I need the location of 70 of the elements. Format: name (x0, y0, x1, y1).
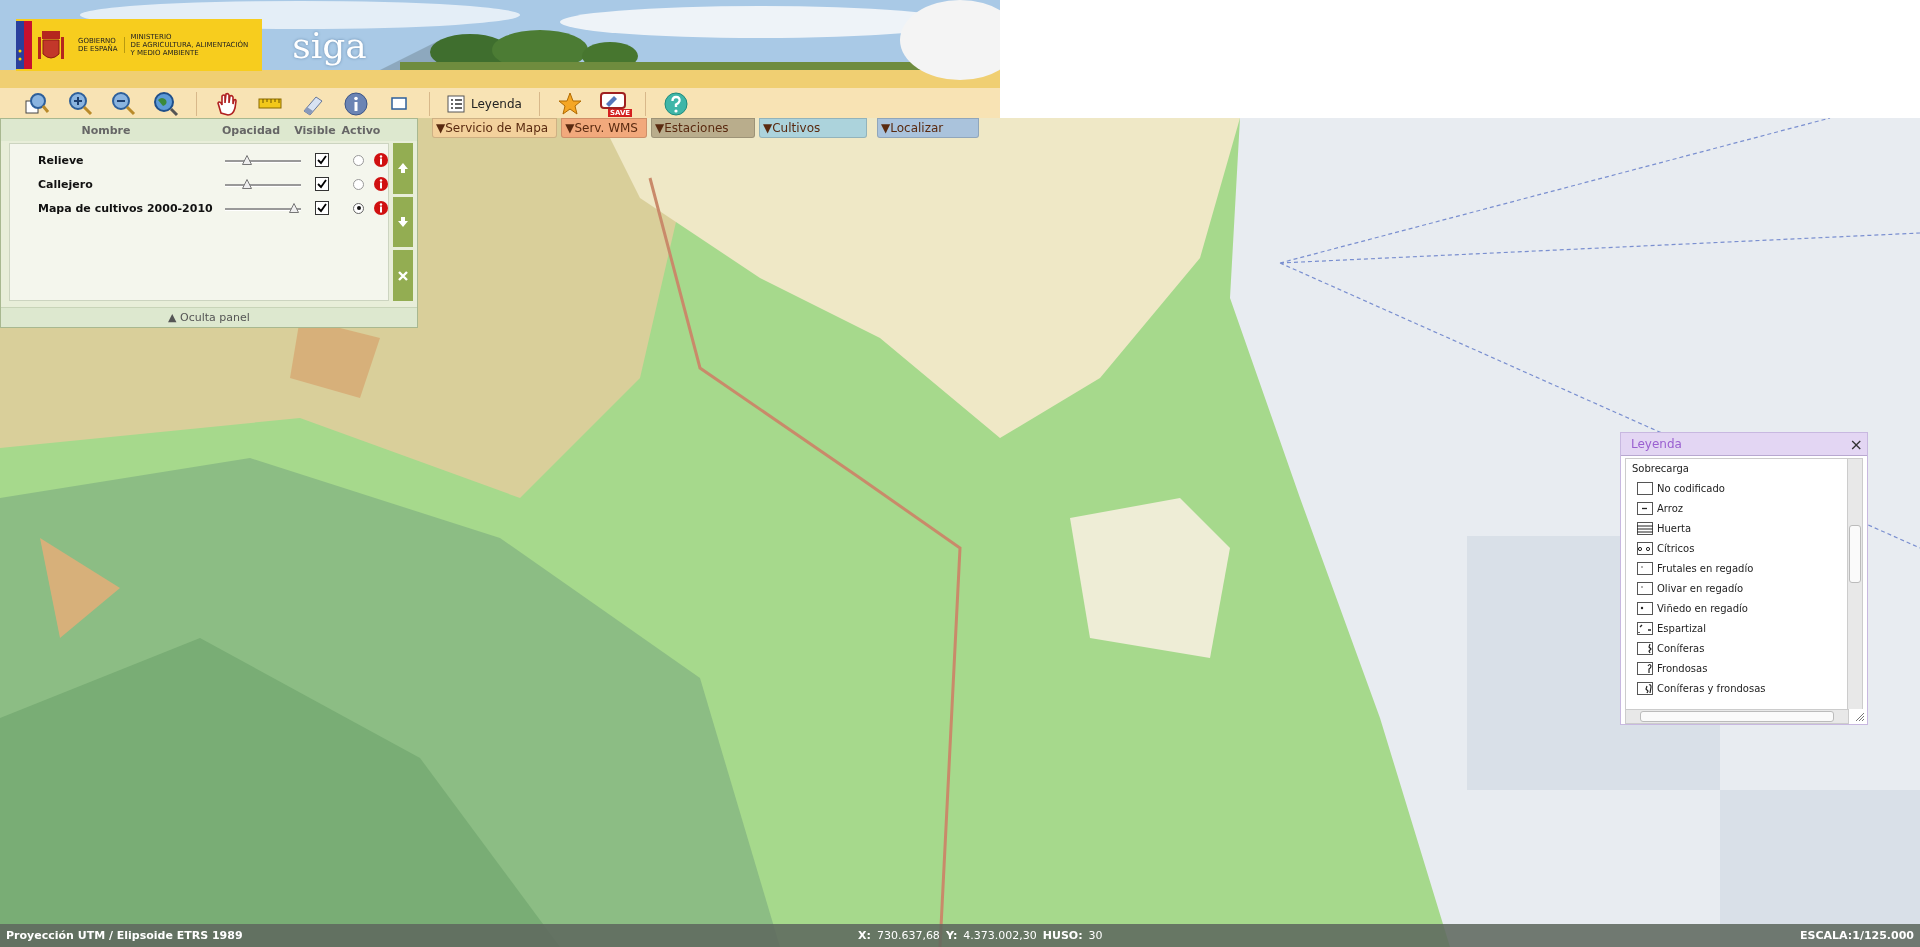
vertical-scrollbar[interactable] (1847, 459, 1862, 709)
visible-checkbox[interactable] (315, 177, 329, 191)
layer-name: Mapa de cultivos 2000-2010 (37, 201, 214, 215)
opacity-slider[interactable] (225, 154, 301, 166)
arrow-up-icon (397, 162, 409, 175)
scale-text: ESCALA:1/125.000 (1800, 929, 1914, 942)
coordinate-label: HUSO: (1042, 929, 1083, 942)
active-radio[interactable] (353, 154, 364, 166)
menu-tab[interactable]: ▼Serv. WMS (561, 118, 647, 138)
window-title: Leyenda (1631, 437, 1682, 451)
legend-label: Coníferas (1657, 642, 1705, 654)
legend-label: No codificado (1657, 482, 1725, 494)
menu-tab[interactable]: ▼Servicio de Mapa (432, 118, 558, 138)
column-header: Opacidad (220, 123, 282, 137)
opacity-slider[interactable] (225, 202, 301, 214)
resize-grip-icon[interactable] (1855, 712, 1865, 722)
legend-label: Olivar en regadío (1657, 582, 1744, 594)
active-radio[interactable] (353, 202, 364, 214)
layer-name: Relieve (37, 153, 85, 167)
coordinate-value: 30 (1088, 929, 1103, 942)
legend-label: Espartizal (1657, 622, 1706, 634)
hide-panel-button[interactable]: ▲ Oculta panel (1, 307, 417, 327)
menu-tab[interactable]: ▼Cultivos (759, 118, 867, 138)
tree-swatch-icon (1637, 681, 1653, 695)
column-header: Nombre (80, 123, 132, 137)
circles-swatch-icon (1637, 541, 1653, 555)
tree-swatch-icon (1637, 661, 1653, 675)
ticks-swatch-icon (1637, 621, 1653, 635)
dot-swatch-icon (1637, 601, 1653, 615)
visible-checkbox[interactable] (315, 153, 329, 167)
slider-thumb[interactable] (241, 155, 252, 165)
arrow-down-icon (397, 216, 409, 228)
visible-checkbox[interactable] (315, 201, 329, 215)
layer-name: Callejero (37, 177, 94, 191)
coordinate-value: 4.373.002,30 (963, 929, 1037, 942)
legend-label: Arroz (1657, 502, 1684, 514)
legend-label: Frondosas (1657, 662, 1708, 674)
info-icon[interactable] (374, 177, 388, 191)
info-icon[interactable] (374, 153, 388, 167)
menu-tab[interactable]: ▼Localizar (877, 118, 979, 138)
remove-button[interactable] (393, 250, 413, 301)
move-up-button[interactable] (393, 143, 413, 194)
horizontal-scrollbar[interactable] (1625, 709, 1849, 724)
legend-label: Frutales en regadío (1657, 562, 1754, 574)
active-radio[interactable] (353, 178, 364, 190)
legend-group-title: Sobrecarga (1632, 463, 1690, 474)
close-button[interactable]: × (1849, 434, 1863, 454)
dot-swatch-icon (1637, 581, 1653, 595)
coordinate-label: X: (858, 929, 871, 942)
column-header: Activo (340, 123, 382, 137)
lines-swatch-icon (1637, 521, 1653, 535)
projection-text: Proyección UTM / Elipsoide ETRS 1989 (6, 929, 244, 942)
conifer-swatch-icon (1637, 641, 1653, 655)
coordinate-label: Y: (945, 929, 958, 942)
close-icon (397, 269, 409, 282)
legend-label: Huerta (1657, 522, 1692, 534)
empty-swatch-icon (1637, 481, 1653, 495)
dash-swatch-icon (1637, 501, 1653, 515)
opacity-slider[interactable] (225, 178, 301, 190)
column-header: Visible (293, 123, 337, 137)
menu-tab[interactable]: ▼Estaciones (651, 118, 755, 138)
legend-label: Viñedo en regadío (1657, 602, 1748, 614)
coordinate-value: 730.637,68 (876, 929, 940, 942)
dot-swatch-icon (1637, 561, 1653, 575)
legend-label: Coníferas y frondosas (1657, 682, 1766, 694)
move-down-button[interactable] (393, 196, 413, 248)
slider-thumb[interactable] (289, 203, 299, 213)
info-icon[interactable] (374, 201, 388, 215)
legend-label: Cítricos (1657, 542, 1695, 554)
slider-thumb[interactable] (241, 179, 252, 189)
